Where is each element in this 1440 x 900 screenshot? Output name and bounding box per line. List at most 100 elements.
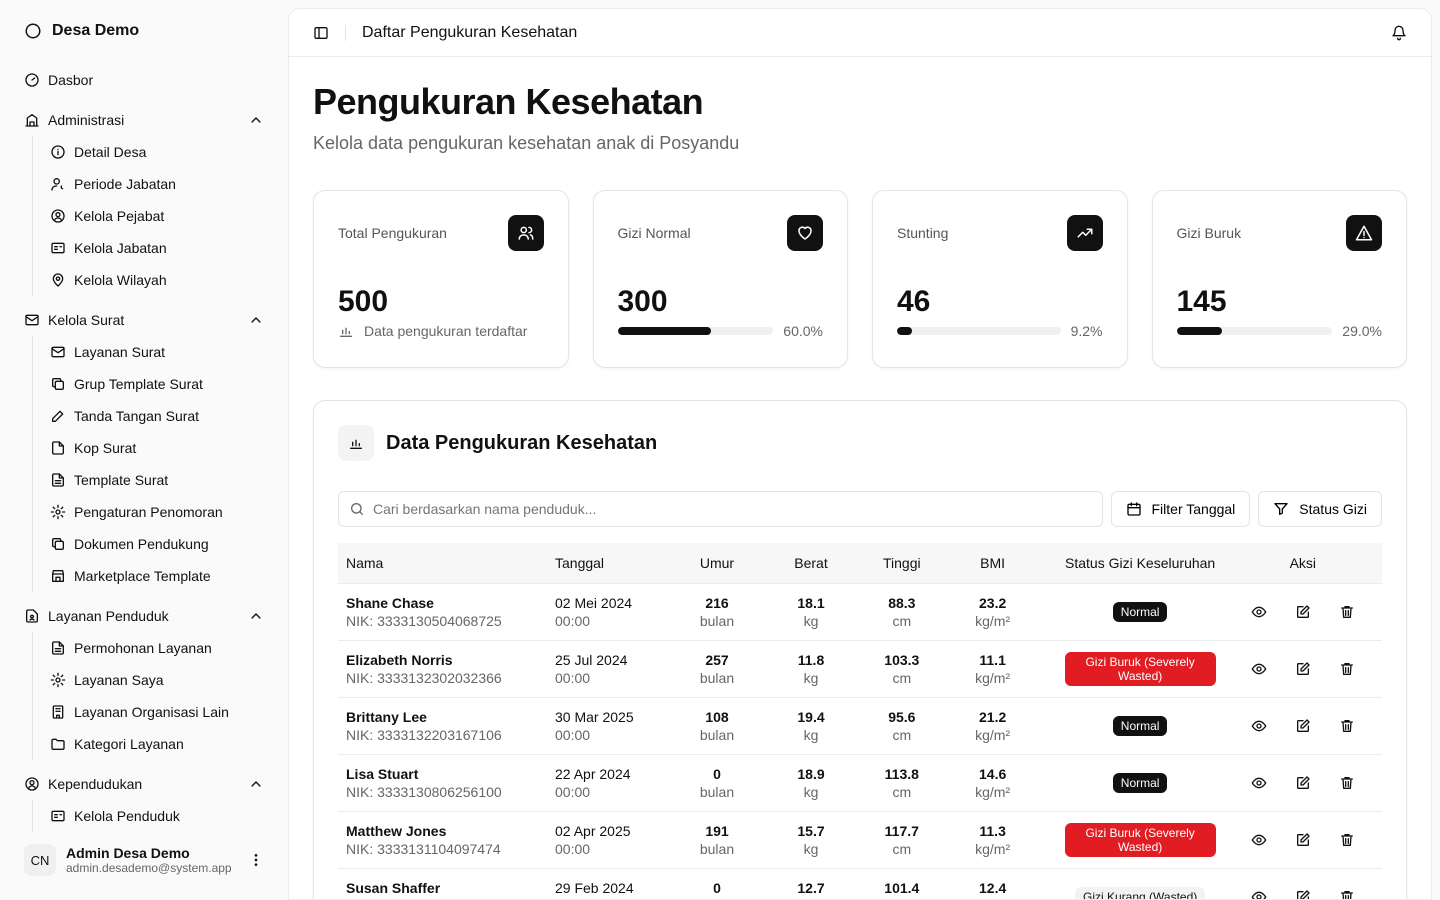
table-row[interactable]: Elizabeth Norris NIK: 3333132302032366 25… (338, 639, 1382, 697)
sidebar-item-grup-template-surat[interactable]: Grup Template Surat (42, 368, 272, 400)
column-header-berat[interactable]: Berat (747, 543, 875, 583)
trash-icon[interactable] (1339, 718, 1355, 734)
filter-status-button[interactable]: Status Gizi (1258, 491, 1382, 527)
brand[interactable]: Desa Demo (24, 22, 139, 40)
trending-up-icon (1066, 215, 1103, 251)
measure-date: 02 Mei 2024 (555, 594, 633, 611)
cell-weight: 11.8 kg (747, 639, 875, 697)
eye-icon[interactable] (1251, 718, 1267, 734)
cell-status: Normal (1056, 753, 1224, 811)
sidebar-group-kelola-surat[interactable]: Kelola Surat (16, 304, 272, 336)
sidebar-item-kelola-pejabat[interactable]: Kelola Pejabat (42, 200, 272, 232)
edit-icon[interactable] (1295, 718, 1311, 734)
topbar-divider (345, 24, 346, 41)
gear-icon (50, 672, 66, 688)
sidebar-group-administrasi[interactable]: Administrasi (16, 104, 272, 136)
edit-icon[interactable] (1295, 832, 1311, 848)
trash-icon[interactable] (1339, 775, 1355, 791)
sidebar-item-periode-jabatan[interactable]: Periode Jabatan (42, 168, 272, 200)
sidebar-group-layanan-penduduk[interactable]: Layanan Penduduk (16, 600, 272, 632)
eye-icon[interactable] (1251, 604, 1267, 620)
eye-icon[interactable] (1251, 775, 1267, 791)
sidebar-item-layanan-surat[interactable]: Layanan Surat (42, 336, 272, 368)
edit-icon[interactable] (1295, 889, 1311, 899)
eye-icon[interactable] (1251, 661, 1267, 677)
trash-icon[interactable] (1339, 832, 1355, 848)
progress-bar (897, 327, 1061, 335)
sidebar-item-kategori-layanan[interactable]: Kategori Layanan (42, 728, 272, 760)
sidebar-group-kependudukan[interactable]: Kependudukan (16, 768, 272, 800)
eye-icon[interactable] (1251, 832, 1267, 848)
sidebar-item-detail-desa[interactable]: Detail Desa (42, 136, 272, 168)
sidebar-item-dokumen-pendukung[interactable]: Dokumen Pendukung (42, 528, 272, 560)
table-row[interactable]: Brittany Lee NIK: 3333132203167106 30 Mar… (338, 696, 1382, 754)
avatar: CN (24, 844, 56, 876)
table-row[interactable]: Lisa Stuart NIK: 3333130806256100 22 Apr … (338, 753, 1382, 811)
sidebar-item-layanan-saya[interactable]: Layanan Saya (42, 664, 272, 696)
cell-status: Gizi Buruk (Severely Wasted) (1056, 639, 1224, 697)
sidebar-item-tanda-tangan-surat[interactable]: Tanda Tangan Surat (42, 400, 272, 432)
search-input[interactable] (373, 501, 1092, 517)
submenu-administrasi: Detail Desa Periode Jabatan Kelola Pejab… (32, 136, 272, 296)
cell-age: 191 bulan (687, 810, 747, 868)
data-panel: Data Pengukuran Kesehatan Filter Tanggal… (313, 400, 1407, 899)
measure-time: 00:00 (555, 726, 591, 743)
bell-icon[interactable] (1391, 25, 1407, 41)
weight-unit: kg (803, 612, 819, 629)
edit-icon[interactable] (1295, 604, 1311, 620)
heart-icon (787, 215, 823, 251)
cell-bmi: 11.3 kg/m² (928, 810, 1057, 868)
column-header-tinggi[interactable]: Tinggi (875, 543, 929, 583)
filter-date-button[interactable]: Filter Tanggal (1110, 491, 1251, 527)
id-card-icon (50, 240, 66, 256)
bmi-unit: kg/m² (975, 726, 1011, 743)
trash-icon[interactable] (1339, 661, 1355, 677)
status-badge: Gizi Buruk (Severely Wasted) (1064, 822, 1216, 857)
column-header-tanggal[interactable]: Tanggal (547, 543, 687, 583)
eye-icon[interactable] (1251, 889, 1267, 899)
table-row[interactable]: Susan ShafferNIK: 3333130000000000 29 Fe… (338, 867, 1382, 899)
sidebar-toggle-icon[interactable] (313, 25, 329, 41)
user-menu[interactable]: CN Admin Desa Demo admin.desademo@system… (16, 836, 272, 884)
table-row[interactable]: Shane Chase NIK: 3333130504068725 02 Mei … (338, 582, 1382, 640)
sidebar-item-kelola-jabatan[interactable]: Kelola Jabatan (42, 232, 272, 264)
trash-icon[interactable] (1339, 889, 1355, 899)
cell-date: 02 Apr 2025 00:00 (547, 810, 687, 868)
sidebar-item-marketplace-template[interactable]: Marketplace Template (42, 560, 272, 592)
sidebar-item-kop-surat[interactable]: Kop Surat (42, 432, 272, 464)
more-vertical-icon[interactable] (248, 852, 264, 868)
measure-time: 00:00 (555, 669, 591, 686)
sidebar-item-label: Layanan Organisasi Lain (74, 704, 229, 720)
sidebar-item-layanan-organisasi-lain[interactable]: Layanan Organisasi Lain (42, 696, 272, 728)
column-header-umur[interactable]: Umur (687, 543, 747, 583)
resident-name: Susan Shaffer (346, 879, 441, 896)
resident-name: Brittany Lee (346, 708, 427, 725)
sidebar-item-kelola-wilayah[interactable]: Kelola Wilayah (42, 264, 272, 296)
column-header-status[interactable]: Status Gizi Keseluruhan (1057, 543, 1224, 583)
cell-name: Lisa Stuart NIK: 3333130806256100 (338, 753, 547, 811)
age-value: 0 (713, 879, 721, 896)
column-header-bmi[interactable]: BMI (929, 543, 1057, 583)
sidebar-item-template-surat[interactable]: Template Surat (42, 464, 272, 496)
height-unit: cm (892, 840, 912, 857)
cell-age: 216 bulan (687, 582, 747, 640)
edit-icon[interactable] (1295, 775, 1311, 791)
trash-icon[interactable] (1339, 604, 1355, 620)
sidebar-item-permohonan-layanan[interactable]: Permohonan Layanan (42, 632, 272, 664)
sidebar-item-dasbor[interactable]: Dasbor (16, 64, 272, 96)
submenu-kelola-surat: Layanan Surat Grup Template Surat Tanda … (32, 336, 272, 592)
nav-group-layanan-penduduk: Layanan Penduduk Permohonan Layanan Laya… (16, 600, 272, 760)
age-unit: bulan (699, 726, 735, 743)
sidebar-item-pengaturan-penomoran[interactable]: Pengaturan Penomoran (42, 496, 272, 528)
chevron-up-icon (248, 112, 264, 128)
resident-nik: NIK: 3333130806256100 (346, 783, 502, 800)
column-header-nama[interactable]: Nama (338, 543, 547, 583)
edit-icon[interactable] (1295, 661, 1311, 677)
table-row[interactable]: Matthew Jones NIK: 3333131104097474 02 Ap… (338, 810, 1382, 868)
button-label: Status Gizi (1299, 501, 1367, 517)
building-icon (24, 112, 40, 128)
user-email: admin.desademo@system.app (66, 861, 232, 875)
bmi-value: 14.6 (979, 765, 1007, 782)
sidebar-item-kelola-penduduk[interactable]: Kelola Penduduk (42, 800, 272, 832)
cell-age: 0bulan (687, 867, 747, 899)
